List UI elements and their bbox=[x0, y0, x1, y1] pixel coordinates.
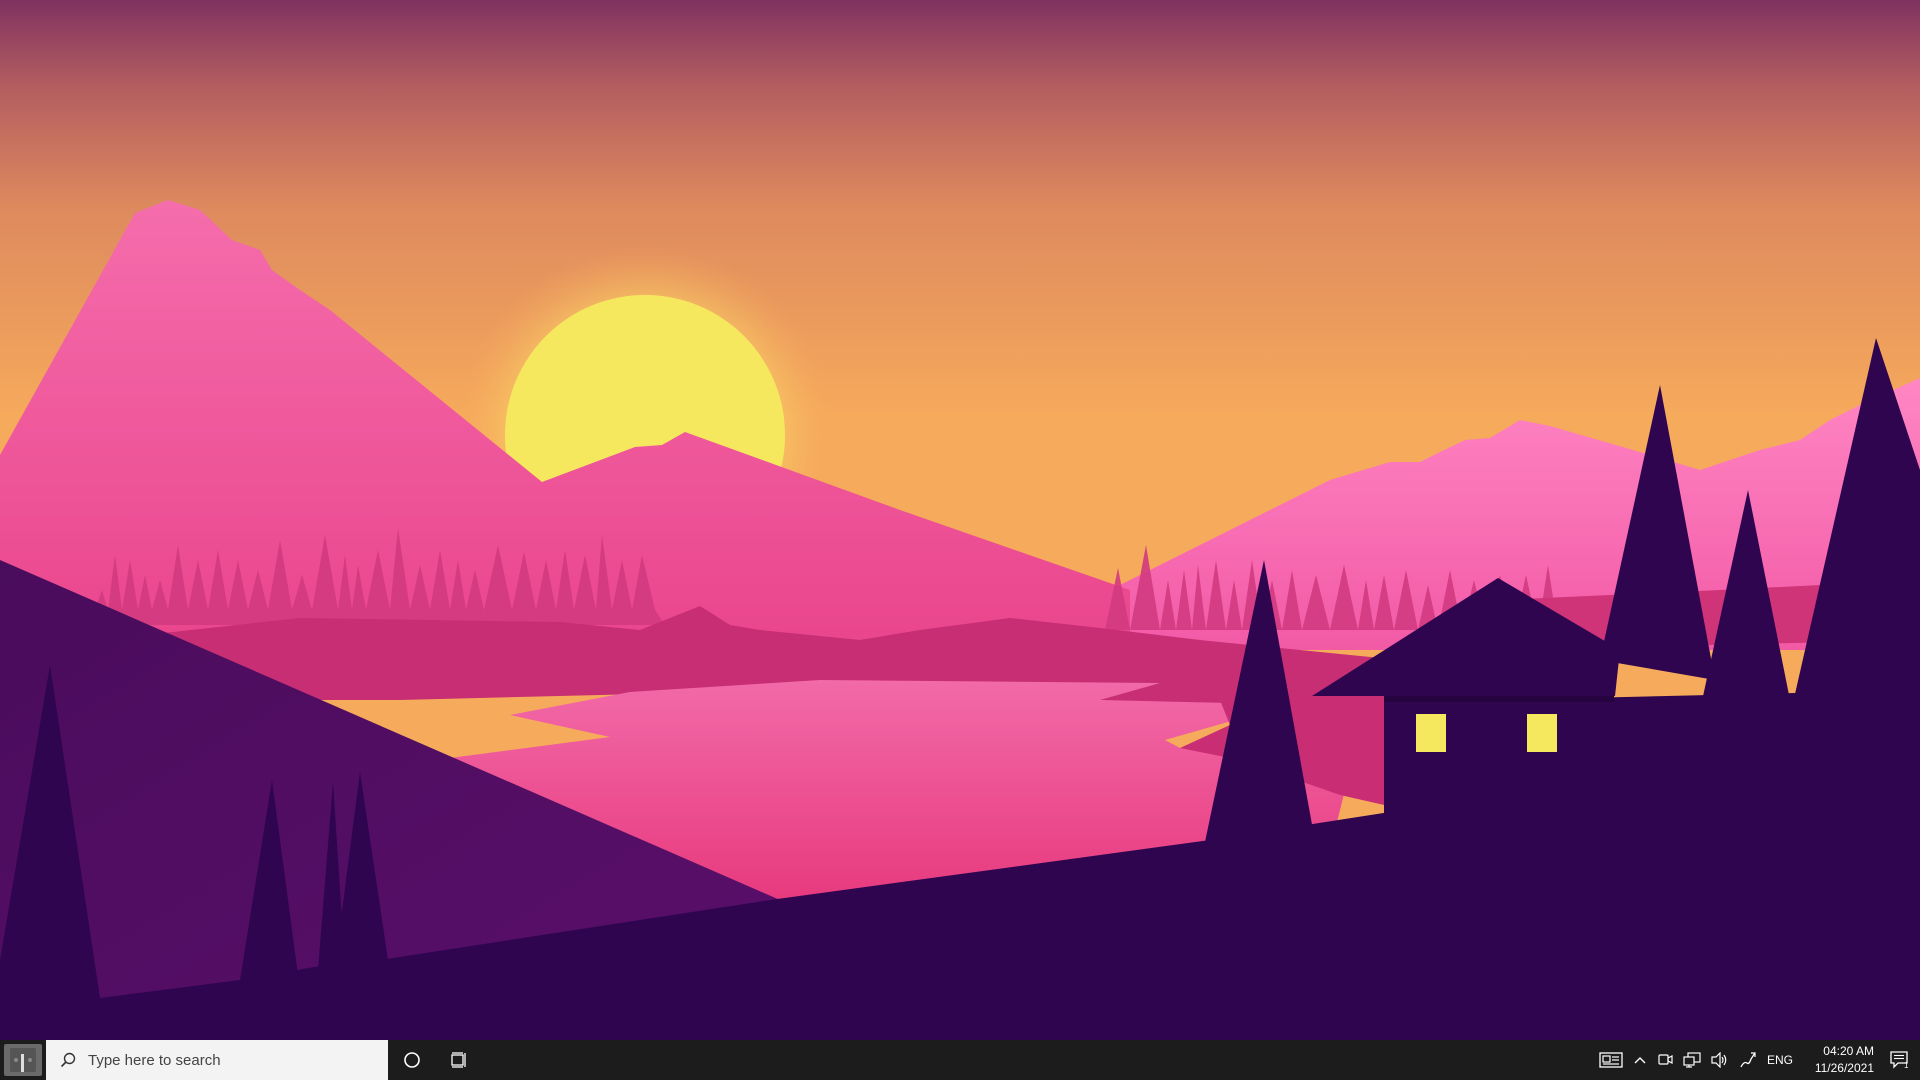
task-view-button[interactable] bbox=[436, 1040, 484, 1080]
pen-workspace-icon bbox=[1740, 1052, 1756, 1068]
news-and-interests-icon bbox=[1599, 1052, 1623, 1068]
action-center-button[interactable]: 1 bbox=[1880, 1040, 1920, 1080]
desktop-wallpaper bbox=[0, 0, 1920, 1040]
search-icon bbox=[60, 1052, 76, 1068]
cabin-window-left bbox=[1416, 714, 1446, 752]
cabin-window-right bbox=[1527, 714, 1557, 752]
task-view-icon bbox=[451, 1052, 466, 1068]
pen-workspace-button[interactable] bbox=[1734, 1040, 1762, 1080]
search-box[interactable]: Type here to search bbox=[46, 1040, 388, 1080]
action-center-icon: 1 bbox=[1890, 1051, 1909, 1069]
cabin-eave-shadow bbox=[1384, 696, 1614, 702]
meet-now-button[interactable] bbox=[1652, 1040, 1678, 1080]
start-button[interactable] bbox=[0, 1040, 46, 1080]
volume-button[interactable] bbox=[1706, 1040, 1734, 1080]
show-hidden-icons-chevron bbox=[1634, 1057, 1646, 1064]
clock-time: 04:20 AM bbox=[1823, 1044, 1874, 1058]
taskbar: Type here to search ENG 04:20 AM 11/26/2… bbox=[0, 1040, 1920, 1080]
clock-date: 11/26/2021 bbox=[1814, 1061, 1874, 1075]
clock[interactable]: 04:20 AM 11/26/2021 bbox=[1798, 1043, 1880, 1077]
show-hidden-icons-button[interactable] bbox=[1628, 1040, 1652, 1080]
network-button[interactable] bbox=[1678, 1040, 1706, 1080]
cortana-circle-icon bbox=[404, 1052, 420, 1068]
language-indicator[interactable]: ENG bbox=[1762, 1040, 1798, 1080]
news-button[interactable] bbox=[1594, 1040, 1628, 1080]
meet-now-icon bbox=[1658, 1054, 1673, 1065]
system-tray: ENG 04:20 AM 11/26/2021 1 bbox=[1594, 1040, 1920, 1080]
cortana-button[interactable] bbox=[388, 1040, 436, 1080]
notification-count: 1 bbox=[1904, 1061, 1909, 1069]
windows-start-icon bbox=[4, 1044, 42, 1076]
volume-icon bbox=[1711, 1052, 1727, 1068]
search-placeholder: Type here to search bbox=[88, 1051, 221, 1069]
network-icon bbox=[1683, 1052, 1701, 1068]
